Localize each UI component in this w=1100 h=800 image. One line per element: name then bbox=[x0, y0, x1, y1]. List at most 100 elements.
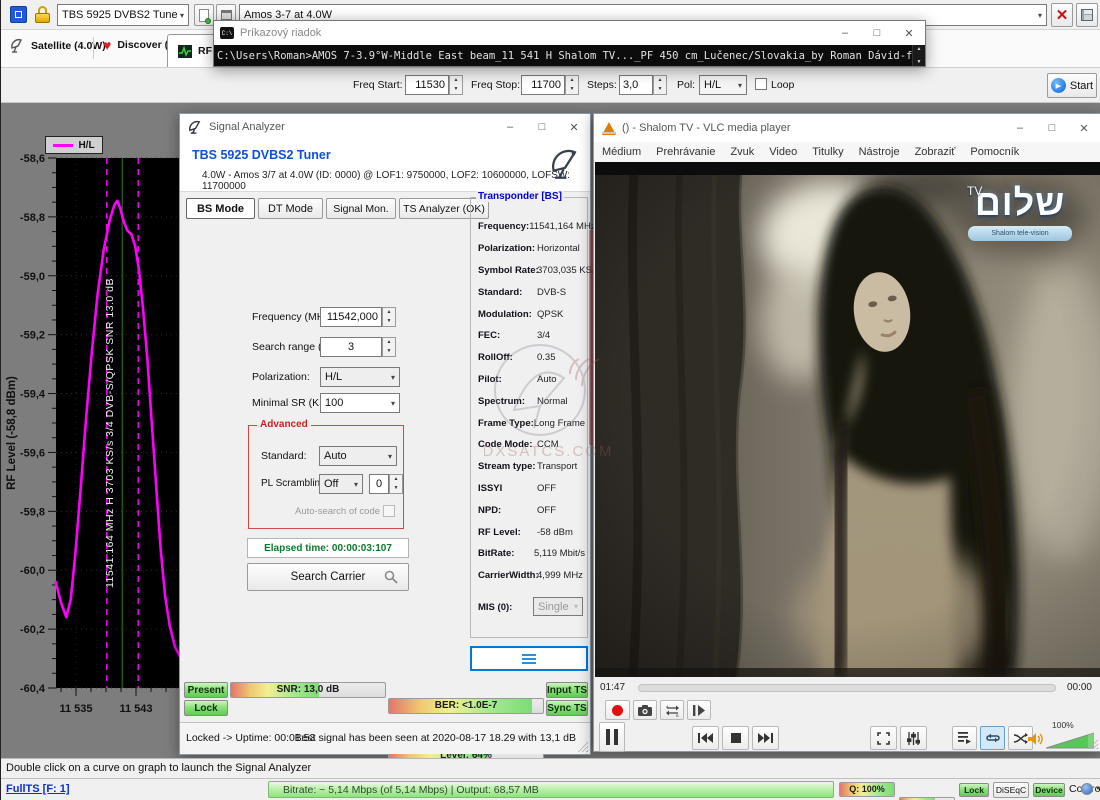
maximize-button[interactable]: □ bbox=[861, 21, 893, 45]
console-scrollbar[interactable]: ▲ ▼ bbox=[912, 45, 925, 66]
scroll-up-icon[interactable]: ▲ bbox=[917, 45, 922, 53]
video-area[interactable]: TV שלום Shalom tele-vision bbox=[595, 162, 1100, 677]
delete-button[interactable]: ✕ bbox=[1051, 3, 1073, 27]
device-button[interactable]: Device bbox=[1033, 783, 1065, 797]
freq-start-input[interactable] bbox=[405, 75, 449, 95]
menu-item[interactable]: Zobraziť bbox=[915, 146, 956, 158]
speaker-icon[interactable] bbox=[1028, 732, 1044, 746]
svg-text:-60,4: -60,4 bbox=[20, 683, 46, 695]
tab-dt-mode[interactable]: DT Mode bbox=[258, 198, 323, 219]
tab-signal-mon[interactable]: Signal Mon. bbox=[326, 198, 396, 219]
fullscreen-button[interactable] bbox=[870, 726, 897, 750]
pause-button[interactable] bbox=[599, 722, 625, 752]
frequency-spinner[interactable]: ▲▼ bbox=[382, 307, 396, 327]
resize-grip[interactable] bbox=[578, 742, 588, 752]
freq-stop-spinner[interactable]: ▲▼ bbox=[565, 75, 579, 95]
menu-item[interactable]: Médium bbox=[602, 146, 641, 158]
ab-loop-button[interactable]: AB bbox=[660, 700, 684, 720]
playlist-button[interactable] bbox=[952, 726, 977, 750]
console-body[interactable]: C:\Users\Roman>AMOS 7-3.9°W-Middle East … bbox=[214, 45, 925, 66]
maximize-button[interactable]: □ bbox=[526, 114, 558, 140]
chevron-down-icon: ▾ bbox=[391, 399, 395, 408]
new-profile-button[interactable] bbox=[194, 4, 214, 26]
pl-code-spinner[interactable]: ▲▼ bbox=[389, 474, 403, 494]
minimize-button[interactable]: – bbox=[494, 114, 526, 140]
next-icon bbox=[758, 733, 773, 743]
menu-item[interactable]: Titulky bbox=[812, 146, 843, 158]
pl-scrambling-select[interactable]: Off▾ bbox=[319, 474, 363, 494]
lock-status-button[interactable]: Lock bbox=[959, 783, 989, 797]
input-ts-indicator: Input TS bbox=[546, 682, 588, 698]
loop-button[interactable] bbox=[980, 726, 1005, 750]
fullts-link[interactable]: FullTS [F: 1] bbox=[6, 783, 70, 795]
playlist-icon bbox=[958, 732, 971, 744]
stop-button[interactable] bbox=[722, 726, 749, 750]
diseqc-button[interactable]: DiSEqC bbox=[993, 782, 1029, 798]
control-dropdown-icon[interactable]: ▼ bbox=[1095, 786, 1100, 792]
standard-select[interactable]: Auto▾ bbox=[319, 446, 397, 466]
resize-grip[interactable] bbox=[1088, 739, 1098, 749]
lock-icon bbox=[35, 5, 51, 23]
volume-slider[interactable] bbox=[1046, 732, 1094, 749]
pol-select[interactable]: H/L▾ bbox=[699, 75, 747, 95]
loop-icon bbox=[986, 732, 1000, 744]
snapshot-button[interactable] bbox=[633, 700, 657, 720]
pol-label: Pol: bbox=[677, 79, 695, 91]
search-carrier-button[interactable]: Search Carrier bbox=[247, 563, 409, 591]
seek-bar[interactable] bbox=[638, 684, 1056, 692]
auto-search-label: Auto-search of code bbox=[295, 506, 380, 517]
minimize-button[interactable]: – bbox=[829, 21, 861, 45]
save-button[interactable] bbox=[1076, 3, 1098, 27]
steps-input[interactable] bbox=[619, 75, 653, 95]
scroll-down-icon[interactable]: ▼ bbox=[917, 58, 922, 66]
menu-item[interactable]: Prehrávanie bbox=[656, 146, 715, 158]
menu-item[interactable]: Nástroje bbox=[859, 146, 900, 158]
logo-hebrew: שלום bbox=[975, 182, 1065, 223]
menu-item[interactable]: Zvuk bbox=[730, 146, 754, 158]
search-range-spinner[interactable]: ▲▼ bbox=[382, 337, 396, 357]
console-titlebar[interactable]: C:\ Príkazový riadok – □ ✕ bbox=[214, 21, 925, 45]
close-button[interactable]: ✕ bbox=[893, 21, 925, 45]
transponder-row: Symbol Rate: 3703,035 KS/s bbox=[478, 260, 585, 282]
channel-logo: TV שלום Shalom tele-vision bbox=[965, 182, 1075, 241]
play-circle-icon: ▶ bbox=[1051, 78, 1066, 93]
close-button[interactable]: ✕ bbox=[558, 114, 590, 140]
tuner-select[interactable]: TBS 5925 DVBS2 Tuner▾ bbox=[57, 4, 189, 26]
previous-icon bbox=[698, 733, 713, 743]
minimal-sr-select[interactable]: 100▾ bbox=[320, 393, 400, 413]
freq-stop-input[interactable] bbox=[521, 75, 565, 95]
menu-item[interactable]: Video bbox=[769, 146, 797, 158]
scan-control-row: Freq Start: ▲▼ Freq Stop: ▲▼ Steps: ▲▼ P… bbox=[1, 68, 1100, 103]
transponder-row: RollOff: 0.35 bbox=[478, 347, 585, 369]
hint-bar: Double click on a curve on graph to laun… bbox=[1, 758, 1100, 778]
polarization-select[interactable]: H/L▾ bbox=[320, 367, 400, 387]
transponder-row: Code Mode: CCM bbox=[478, 434, 585, 456]
pl-code-input[interactable] bbox=[369, 474, 389, 494]
frequency-input[interactable] bbox=[320, 307, 382, 327]
ts-list-button[interactable] bbox=[470, 646, 588, 671]
auto-search-checkbox[interactable] bbox=[383, 505, 395, 517]
tuner-name: TBS 5925 DVBS2 Tuner bbox=[192, 148, 331, 162]
frame-step-button[interactable] bbox=[687, 700, 711, 720]
maximize-button[interactable]: □ bbox=[1036, 114, 1068, 142]
tab-satellite[interactable]: Satellite (4.0W) bbox=[9, 38, 106, 54]
tab-bs-mode[interactable]: BS Mode bbox=[186, 198, 255, 219]
transponder-row: Frame Type: Long Frame bbox=[478, 412, 585, 434]
close-button[interactable]: ✕ bbox=[1068, 114, 1100, 142]
record-button[interactable] bbox=[605, 700, 630, 720]
menu-item[interactable]: Pomocník bbox=[970, 146, 1019, 158]
search-range-input[interactable] bbox=[320, 337, 382, 357]
loop-checkbox[interactable] bbox=[755, 78, 767, 90]
mis-select[interactable]: Single▾ bbox=[533, 597, 583, 616]
steps-spinner[interactable]: ▲▼ bbox=[653, 75, 667, 95]
start-button[interactable]: ▶ Start bbox=[1047, 73, 1097, 98]
equalizer-button[interactable] bbox=[900, 726, 927, 750]
control-menu-button[interactable] bbox=[1081, 783, 1093, 795]
analyzer-titlebar[interactable]: Signal Analyzer – □ ✕ bbox=[180, 114, 590, 140]
previous-button[interactable] bbox=[692, 726, 719, 750]
minimize-button[interactable]: – bbox=[1004, 114, 1036, 142]
next-button[interactable] bbox=[752, 726, 779, 750]
vlc-titlebar[interactable]: () - Shalom TV - VLC media player – □ ✕ bbox=[594, 114, 1100, 142]
hint-text: Double click on a curve on graph to laun… bbox=[6, 762, 311, 774]
freq-start-spinner[interactable]: ▲▼ bbox=[449, 75, 463, 95]
